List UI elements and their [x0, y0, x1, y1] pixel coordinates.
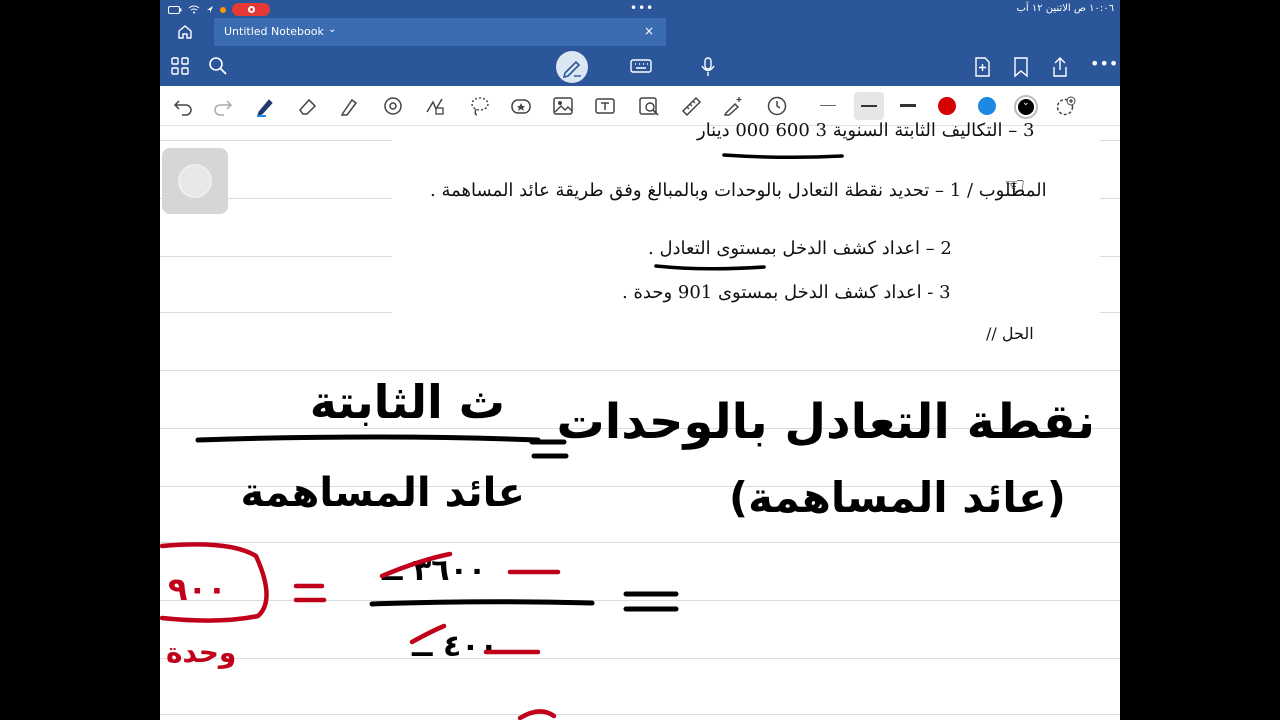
notebook-app: ••• ١٠:٠٦ ص الاثنين ١٢ آب Untitled Noteb… [160, 0, 1120, 720]
denominator-strike [409, 623, 447, 645]
answer-unit-ink: وحدة [166, 636, 236, 669]
answer-value-ink: ٩٠٠ [168, 570, 227, 608]
numerator-strike [379, 551, 453, 579]
bottom-edge-stroke [517, 709, 557, 720]
handwritten-red-ink: ٩٠٠ وحدة [160, 542, 561, 720]
